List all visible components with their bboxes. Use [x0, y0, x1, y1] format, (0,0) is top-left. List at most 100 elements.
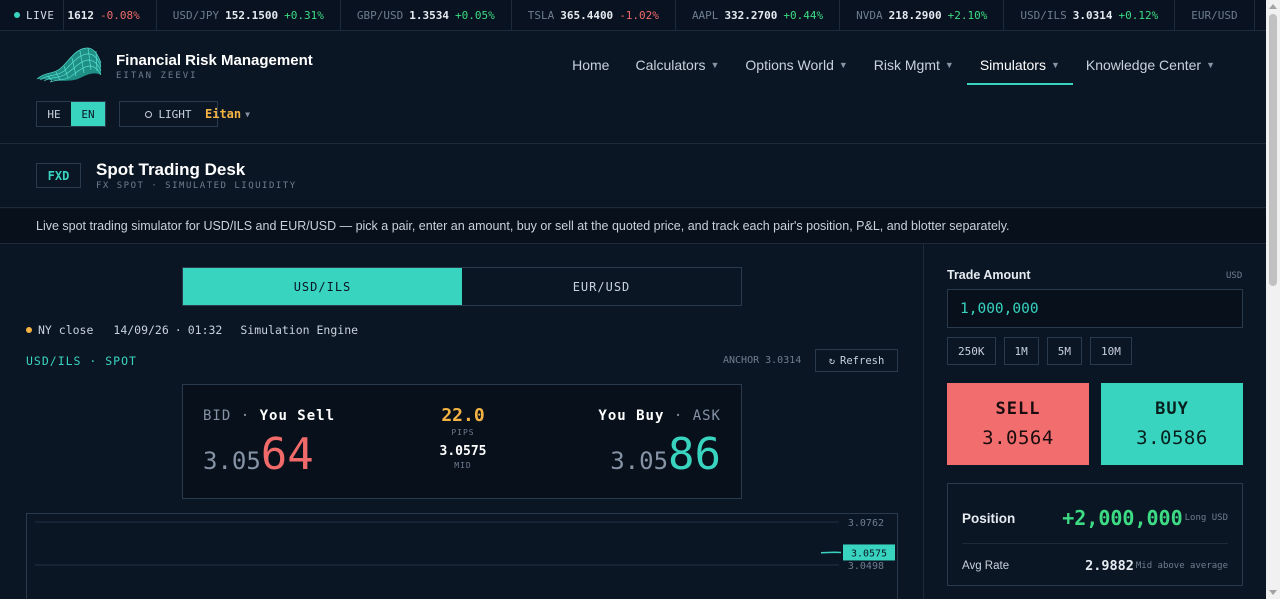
scroll-thumb[interactable]: [1269, 14, 1277, 286]
scroll-down-icon[interactable]: [1269, 590, 1277, 595]
status-time: 01:32: [187, 323, 223, 337]
nav-item-label: Home: [572, 57, 610, 73]
chart-tick-label: 3.0498: [848, 561, 884, 572]
status-dot-icon: [26, 327, 32, 333]
chevron-down-icon: ▼: [1050, 60, 1060, 70]
live-indicator: LIVE: [0, 0, 64, 30]
trade-amount-label: Trade Amount: [947, 268, 1031, 282]
preset-button[interactable]: 5M: [1046, 337, 1082, 365]
ask-price[interactable]: 3.05 86: [610, 429, 721, 480]
tab-usd-ils[interactable]: USD/ILS: [183, 268, 462, 305]
live-label: LIVE: [26, 8, 55, 22]
ticker-item: TSLA 365.4400 -1.02%: [512, 0, 676, 30]
refresh-button[interactable]: ↻ Refresh: [815, 349, 898, 372]
brand-subtitle: EITAN ZEEVI: [116, 71, 198, 81]
chevron-down-icon: ▼: [838, 60, 848, 70]
ticker-price: 152.1500: [225, 8, 279, 22]
chevron-down-icon: ▼: [710, 60, 720, 70]
engine-label: Simulation Engine: [240, 323, 359, 337]
tab-eur-usd[interactable]: EUR/USD: [462, 268, 741, 305]
bid-action: You Sell: [259, 408, 336, 424]
page-header: FXD Spot Trading Desk FX SPOT · SIMULATE…: [0, 145, 1266, 208]
ticker-price: 3.0314: [1072, 8, 1113, 22]
sell-price: 3.0564: [982, 427, 1054, 449]
ticker-item: EUR/USD: [1175, 0, 1255, 30]
nav-item-label: Knowledge Center: [1085, 57, 1202, 73]
ticker-symbol: EUR/USD: [1191, 8, 1238, 22]
position-card: Position +2,000,000 Long USD Avg Rate 2.…: [947, 483, 1243, 586]
ticker-symbol: USD/JPY: [172, 8, 220, 22]
ticker-change: -0.08%: [100, 8, 140, 22]
main-nav: Home Calculators ▼ Options World ▼ Risk Mgmt ▼…: [559, 47, 1228, 85]
chart-tick-label: 3.0762: [848, 518, 884, 529]
bid-label: BID · You Sell: [203, 408, 335, 424]
brand-title[interactable]: Financial Risk Management: [116, 52, 313, 69]
ticker-symbol: NVDA: [856, 8, 883, 22]
ticker-price: 1612: [67, 8, 95, 22]
buy-price: 3.0586: [1136, 427, 1208, 449]
chart-canvas: 3.0762 3.0498 3.0575: [35, 518, 895, 572]
ticker-symbol: GBP/USD: [356, 8, 404, 22]
nav-item-label: Simulators: [979, 57, 1046, 73]
avg-rate-label: Avg Rate: [962, 560, 1010, 572]
ask-pips: 86: [668, 429, 721, 480]
user-name: Eitan: [205, 107, 242, 121]
chevron-down-icon: ▼: [1206, 60, 1215, 70]
ask-label: You Buy · ASK: [598, 408, 721, 424]
position-divider: [962, 543, 1228, 544]
mid-value: 3.0575: [439, 444, 487, 459]
nav-item-calculators[interactable]: Calculators ▼: [622, 47, 732, 85]
refresh-label: Refresh: [840, 354, 885, 367]
bid-base: 3.05: [203, 447, 261, 475]
theme-toggle-button[interactable]: LIGHT: [119, 101, 218, 127]
buy-button[interactable]: BUY 3.0586: [1101, 383, 1243, 465]
sell-button[interactable]: SELL 3.0564: [947, 383, 1089, 465]
ticker-item: USD/JPY 152.1500 +0.31%: [157, 0, 341, 30]
ticker-change: +0.31%: [284, 8, 324, 22]
avg-rate-value: 2.9882: [1085, 558, 1134, 574]
session-label: NY close: [38, 323, 94, 337]
preset-button[interactable]: 250K: [947, 337, 996, 365]
ticker-symbol: TSLA: [527, 8, 555, 22]
position-label: Position: [962, 510, 1016, 526]
ask-action: You Buy: [598, 408, 665, 424]
ticker-item: USD/ILS 3.0314 +0.12%: [1004, 0, 1176, 30]
ticker-symbol: AAPL: [691, 8, 719, 22]
nav-item-options-world[interactable]: Options World ▼: [732, 47, 860, 85]
page-description: Live spot trading simulator for USD/ILS …: [0, 209, 1266, 244]
position-row: Position +2,000,000 Long USD: [962, 506, 1228, 530]
ticker-item: NVDA 218.2900 +2.10%: [840, 0, 1005, 30]
lang-he-button[interactable]: HE: [37, 102, 71, 126]
bid-price[interactable]: 3.05 64: [203, 429, 314, 480]
user-menu[interactable]: Eitan ▼: [205, 107, 250, 121]
site-header: Financial Risk Management EITAN ZEEVI Ho…: [0, 31, 1266, 144]
trade-amount-input[interactable]: [947, 289, 1243, 328]
ticker-change: -1.02%: [619, 8, 659, 22]
market-status: NY close 14/09/26 · 01:32 Simulation Eng…: [26, 323, 358, 337]
spread-value: 22.0: [441, 405, 485, 426]
nav-item-label: Calculators: [635, 57, 706, 73]
buy-label: BUY: [1155, 399, 1189, 419]
ticker-change: +0.44%: [783, 8, 824, 22]
scroll-up-icon[interactable]: [1269, 4, 1277, 9]
panel-divider: [923, 244, 924, 599]
theme-label: LIGHT: [158, 107, 192, 121]
page-scrollbar[interactable]: [1266, 0, 1280, 599]
preset-button[interactable]: 10M: [1090, 337, 1132, 365]
preset-button[interactable]: 1M: [1003, 337, 1039, 365]
nav-item-risk-mgmt[interactable]: Risk Mgmt ▼: [861, 47, 967, 85]
bid-pips: 64: [260, 429, 314, 480]
nav-item-simulators[interactable]: Simulators ▼: [966, 47, 1073, 85]
mid-unit: MID: [454, 461, 472, 470]
quote-panel: BID · You Sell 3.05 64 22.0 PIPS 3.0575 …: [182, 384, 742, 499]
lang-en-button[interactable]: EN: [71, 102, 105, 126]
nav-item-label: Options World: [745, 57, 834, 73]
ticker-price: 332.2700: [724, 8, 778, 22]
ticker-symbol: USD/ILS: [1020, 8, 1067, 22]
chart-current-label: 3.0575: [851, 548, 887, 559]
ticker-price: 365.4400: [560, 8, 614, 22]
circle-icon: [145, 110, 153, 118]
wave-logo-icon[interactable]: [36, 45, 102, 90]
nav-item-home[interactable]: Home: [559, 47, 622, 85]
nav-item-knowledge-center[interactable]: Knowledge Center ▼: [1073, 47, 1228, 85]
